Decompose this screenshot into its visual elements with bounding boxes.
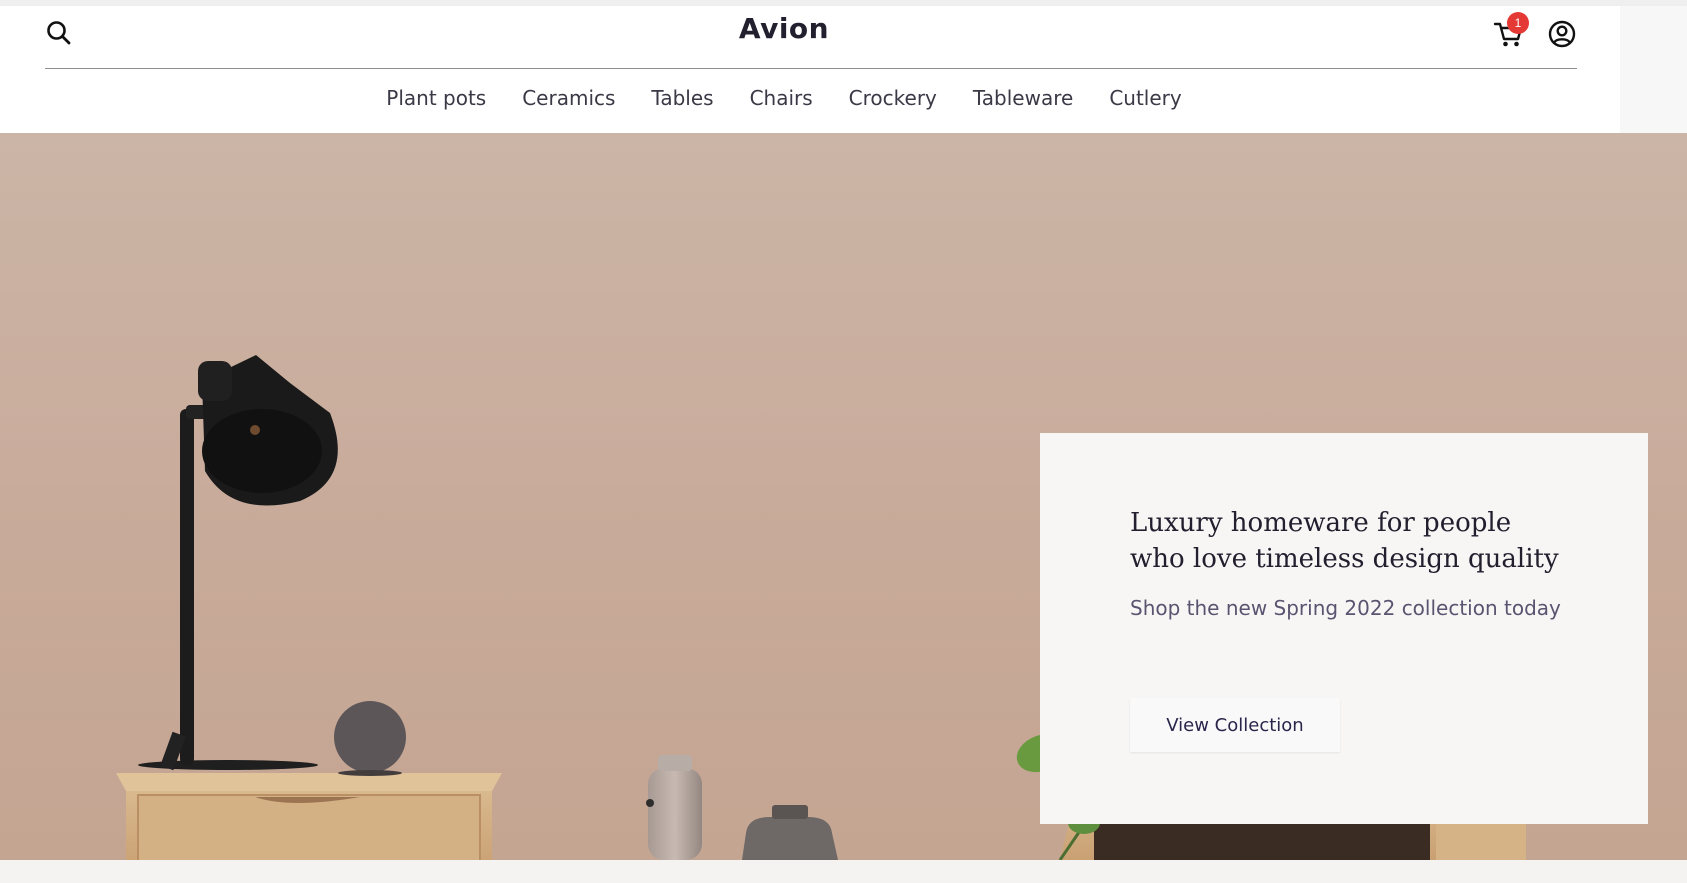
- hero-headline: Luxury homeware for people who love time…: [1130, 505, 1590, 577]
- site-header: Avion 1 Plant pots Ceramics Tables Chair…: [0, 6, 1620, 133]
- nav-item-plant-pots[interactable]: Plant pots: [386, 84, 486, 112]
- stone-sphere: [334, 701, 406, 776]
- nav-item-cutlery[interactable]: Cutlery: [1109, 84, 1181, 112]
- header-divider: [45, 68, 1577, 69]
- cart-count-badge: 1: [1507, 12, 1529, 34]
- desk-lamp: [138, 355, 338, 771]
- nav-item-ceramics[interactable]: Ceramics: [522, 84, 615, 112]
- hero-headline-line-1: Luxury homeware for people: [1130, 508, 1512, 538]
- hero-subheadline: Shop the new Spring 2022 collection toda…: [1130, 596, 1561, 620]
- view-collection-button[interactable]: View Collection: [1130, 698, 1340, 752]
- account-icon: [1548, 20, 1576, 48]
- hero-card: Luxury homeware for people who love time…: [1040, 433, 1648, 824]
- brand-logo[interactable]: Avion: [0, 12, 1568, 45]
- account-button[interactable]: [1546, 18, 1578, 50]
- category-nav: Plant pots Ceramics Tables Chairs Crocke…: [0, 84, 1568, 112]
- nav-item-tableware[interactable]: Tableware: [973, 84, 1073, 112]
- nav-item-chairs[interactable]: Chairs: [750, 84, 813, 112]
- glass-vases: [646, 755, 838, 860]
- hero-banner: Luxury homeware for people who love time…: [0, 133, 1687, 860]
- scrollbar-gutter: [1620, 6, 1687, 133]
- left-cabinet: [116, 773, 502, 860]
- hero-headline-line-2: who love timeless design quality: [1130, 544, 1559, 574]
- page-bottom-strip: [0, 860, 1687, 883]
- nav-item-tables[interactable]: Tables: [651, 84, 713, 112]
- nav-item-crockery[interactable]: Crockery: [849, 84, 937, 112]
